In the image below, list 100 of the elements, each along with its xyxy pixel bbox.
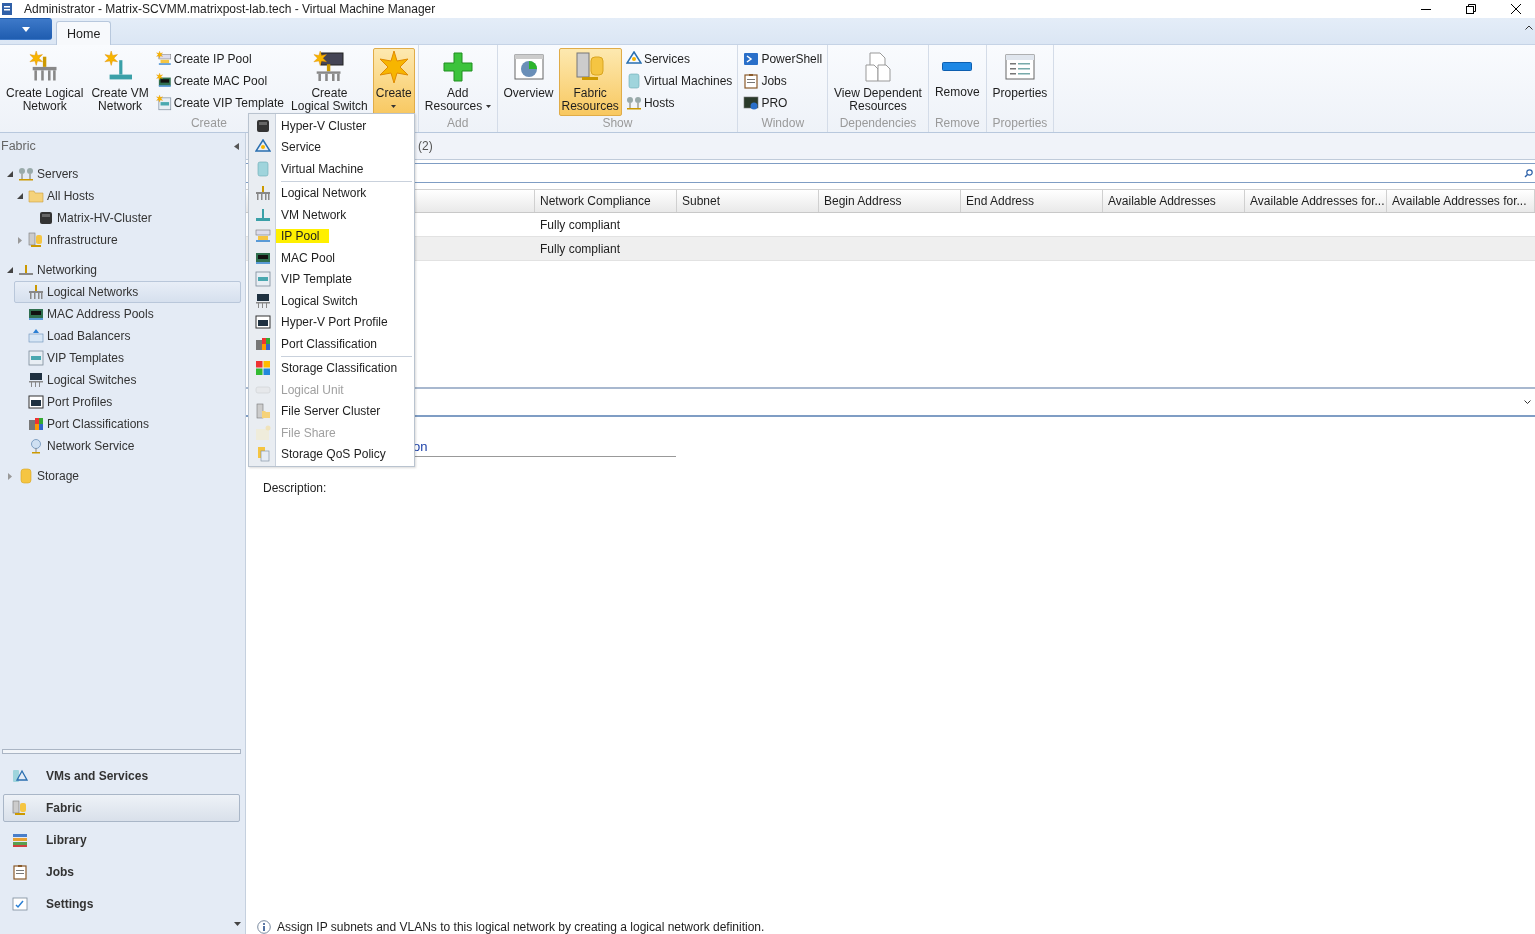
column-header[interactable]: Network Compliance: [535, 190, 677, 212]
menu-item[interactable]: Hyper-V Port Profile: [249, 311, 414, 333]
menu-item[interactable]: Port Classification: [249, 333, 414, 355]
network-icon: [18, 262, 34, 278]
menu-item[interactable]: VM Network: [249, 204, 414, 226]
menu-item[interactable]: Service: [249, 136, 414, 158]
color-tiles-icon: [254, 360, 271, 377]
menu-item[interactable]: VIP Template: [249, 268, 414, 290]
collapse-ribbon-icon: [1525, 25, 1533, 30]
ribbon-button[interactable]: Hosts: [623, 92, 735, 114]
server-icon: [12, 800, 28, 816]
tree-item[interactable]: Port Classifications: [14, 413, 241, 435]
close-icon: [1509, 3, 1522, 15]
menu-item[interactable]: Storage QoS Policy: [249, 443, 414, 465]
ribbon-button[interactable]: Create Logical Network: [3, 48, 87, 116]
monitor-icon: [743, 95, 760, 111]
menu-item[interactable]: Logical Network: [249, 182, 414, 204]
folder-icon: [28, 188, 44, 204]
network-card-icon: [28, 306, 44, 322]
group-label: Properties: [992, 116, 1048, 132]
ribbon-button[interactable]: Create VIP Template: [153, 92, 287, 114]
ribbon-button[interactable]: Fabric Resources: [558, 48, 622, 116]
search-icon: [1524, 168, 1533, 178]
tree-item[interactable]: Networking: [4, 259, 241, 281]
column-header[interactable]: Subnet: [677, 190, 819, 212]
ribbon-button[interactable]: Remove: [931, 48, 983, 114]
service-icon: [625, 51, 642, 67]
template-icon: [28, 350, 44, 366]
workspace-button[interactable]: Settings: [3, 890, 240, 918]
port-classification-icon: [254, 335, 271, 352]
menu-item[interactable]: File Server Cluster: [249, 400, 414, 422]
ribbon-button[interactable]: Virtual Machines: [623, 70, 735, 92]
scroll-down-icon: [234, 922, 241, 926]
table-cell-text: Fully compliant: [539, 216, 622, 234]
ribbon-button[interactable]: Jobs: [741, 70, 825, 92]
ribbon-button[interactable]: Create: [372, 48, 415, 116]
menu-item[interactable]: MAC Pool: [249, 247, 414, 269]
workspace-button[interactable]: Jobs: [3, 858, 240, 886]
virtual-machines-icon: [12, 768, 28, 784]
address-pool-icon: [254, 228, 271, 245]
workspace-button[interactable]: VMs and Services: [3, 762, 240, 790]
new-pool-icon: [155, 51, 172, 67]
workspace-button[interactable]: Fabric: [3, 794, 240, 822]
network-icon: [28, 284, 44, 300]
ribbon-tab[interactable]: Home: [56, 21, 112, 45]
cluster-icon: [38, 210, 54, 226]
new-mac-pool-icon: [155, 73, 172, 89]
overview-icon: [512, 51, 545, 83]
column-header[interactable]: Begin Address: [819, 190, 961, 212]
group-label: Window: [761, 116, 805, 132]
network-icon: [254, 185, 271, 202]
tree-item[interactable]: Infrastructure: [14, 229, 241, 251]
ribbon-button[interactable]: Overview: [500, 48, 557, 114]
ribbon-button[interactable]: Create IP Pool: [153, 48, 287, 70]
caret-icon: [485, 105, 491, 109]
ribbon-button[interactable]: Add Resources: [421, 48, 494, 116]
tree-item[interactable]: Load Balancers: [14, 325, 241, 347]
tree-item[interactable]: Matrix-HV-Cluster: [24, 207, 241, 229]
caret-icon: [391, 105, 397, 109]
ribbon-button[interactable]: Create Logical Switch: [288, 48, 371, 116]
add-icon: [441, 51, 474, 83]
tree-item[interactable]: Storage: [4, 465, 241, 487]
folder-icon: [254, 424, 271, 441]
tree-item[interactable]: VIP Templates: [14, 347, 241, 369]
tree-item[interactable]: Logical Switches: [14, 369, 241, 391]
powershell-icon: [743, 51, 760, 67]
new-template-icon: [155, 95, 172, 111]
ribbon-button[interactable]: Create MAC Pool: [153, 70, 287, 92]
column-header[interactable]: Available Addresses for...: [1245, 190, 1387, 212]
column-header[interactable]: Available Addresses: [1103, 190, 1245, 212]
servers-icon: [18, 166, 34, 182]
menu-item[interactable]: Virtual Machine: [249, 158, 414, 180]
documents-icon: [862, 51, 894, 83]
ribbon-button[interactable]: Create VM Network: [88, 48, 152, 116]
menu-item[interactable]: Logical Switch: [249, 290, 414, 312]
tree-item[interactable]: MAC Address Pools: [14, 303, 241, 325]
star-icon: [377, 51, 410, 83]
clipboard-icon: [743, 73, 760, 89]
workspace-button[interactable]: Library: [3, 826, 240, 854]
column-header[interactable]: End Address: [961, 190, 1103, 212]
ribbon-button[interactable]: Properties: [989, 48, 1051, 114]
virtual-machine-icon: [254, 160, 271, 177]
tree-item[interactable]: Servers: [4, 163, 241, 185]
clipboard-icon: [12, 864, 28, 880]
tree-item[interactable]: Logical Networks: [14, 281, 241, 303]
column-header[interactable]: Available Addresses for...: [1387, 190, 1535, 212]
ribbon-button[interactable]: View Dependent Resources: [831, 48, 925, 116]
tree-item[interactable]: Network Service: [14, 435, 241, 457]
ribbon-button[interactable]: Services: [623, 48, 735, 70]
group-label: Add: [446, 116, 469, 132]
expand-icon: [1524, 400, 1531, 404]
ribbon-button[interactable]: PowerShell: [741, 48, 825, 70]
menu-item[interactable]: IP Pool: [249, 225, 414, 247]
application-menu-button[interactable]: [0, 18, 52, 40]
tree-item[interactable]: Port Profiles: [14, 391, 241, 413]
menu-item[interactable]: Storage Classification: [249, 357, 414, 379]
tree-item[interactable]: All Hosts: [14, 185, 241, 207]
group-label: Dependencies: [839, 116, 917, 132]
menu-item[interactable]: Hyper-V Cluster: [249, 115, 414, 137]
ribbon-button[interactable]: PRO: [741, 92, 825, 114]
